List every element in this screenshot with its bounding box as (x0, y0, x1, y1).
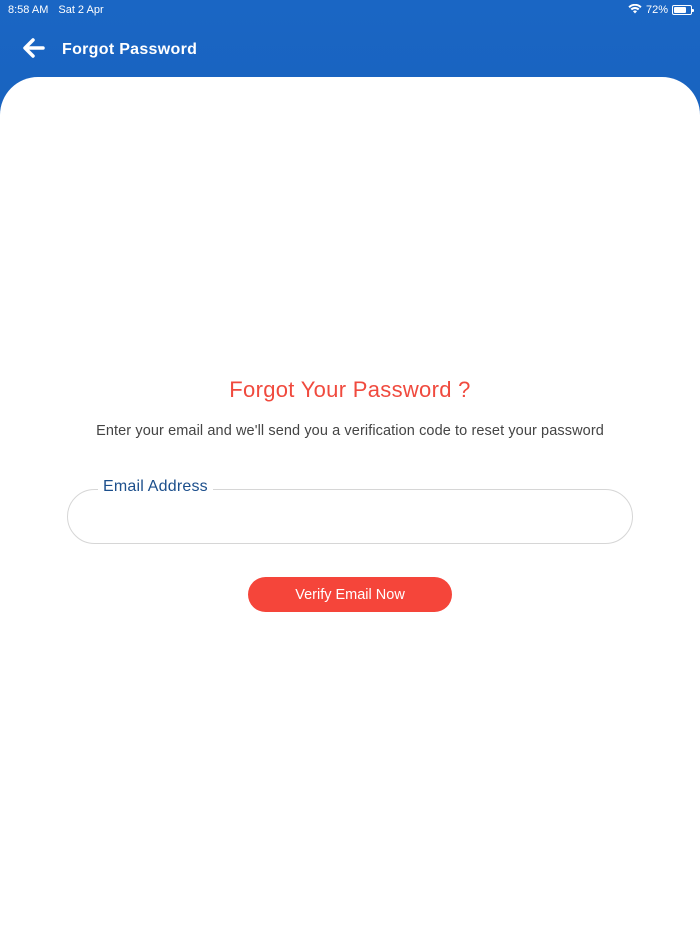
content-card: Forgot Your Password ? Enter your email … (0, 77, 700, 934)
battery-icon (672, 5, 694, 15)
wifi-icon (628, 3, 642, 17)
status-bar: 8:58 AM Sat 2 Apr 72% (0, 0, 700, 20)
battery-fill (674, 7, 686, 13)
verify-email-button[interactable]: Verify Email Now (248, 577, 452, 612)
battery-percent: 72% (645, 4, 668, 16)
forgot-password-screen: 8:58 AM Sat 2 Apr 72% Forgot Password Fo… (0, 0, 700, 934)
form-heading: Forgot Your Password ? (229, 377, 471, 402)
arrow-left-icon (23, 37, 45, 63)
email-field[interactable] (88, 502, 612, 535)
page-title: Forgot Password (62, 41, 198, 58)
email-label: Email Address (98, 478, 213, 496)
back-button[interactable] (14, 30, 54, 70)
status-left: 8:58 AM Sat 2 Apr (8, 4, 104, 16)
status-date: Sat 2 Apr (58, 4, 104, 16)
app-header: Forgot Password (0, 28, 700, 72)
email-fieldset: Email Address (67, 478, 633, 544)
status-time: 8:58 AM (8, 4, 49, 16)
form-subtext: Enter your email and we'll send you a ve… (96, 423, 604, 439)
status-right: 72% (628, 3, 694, 17)
forgot-password-form: Forgot Your Password ? Enter your email … (0, 377, 700, 612)
